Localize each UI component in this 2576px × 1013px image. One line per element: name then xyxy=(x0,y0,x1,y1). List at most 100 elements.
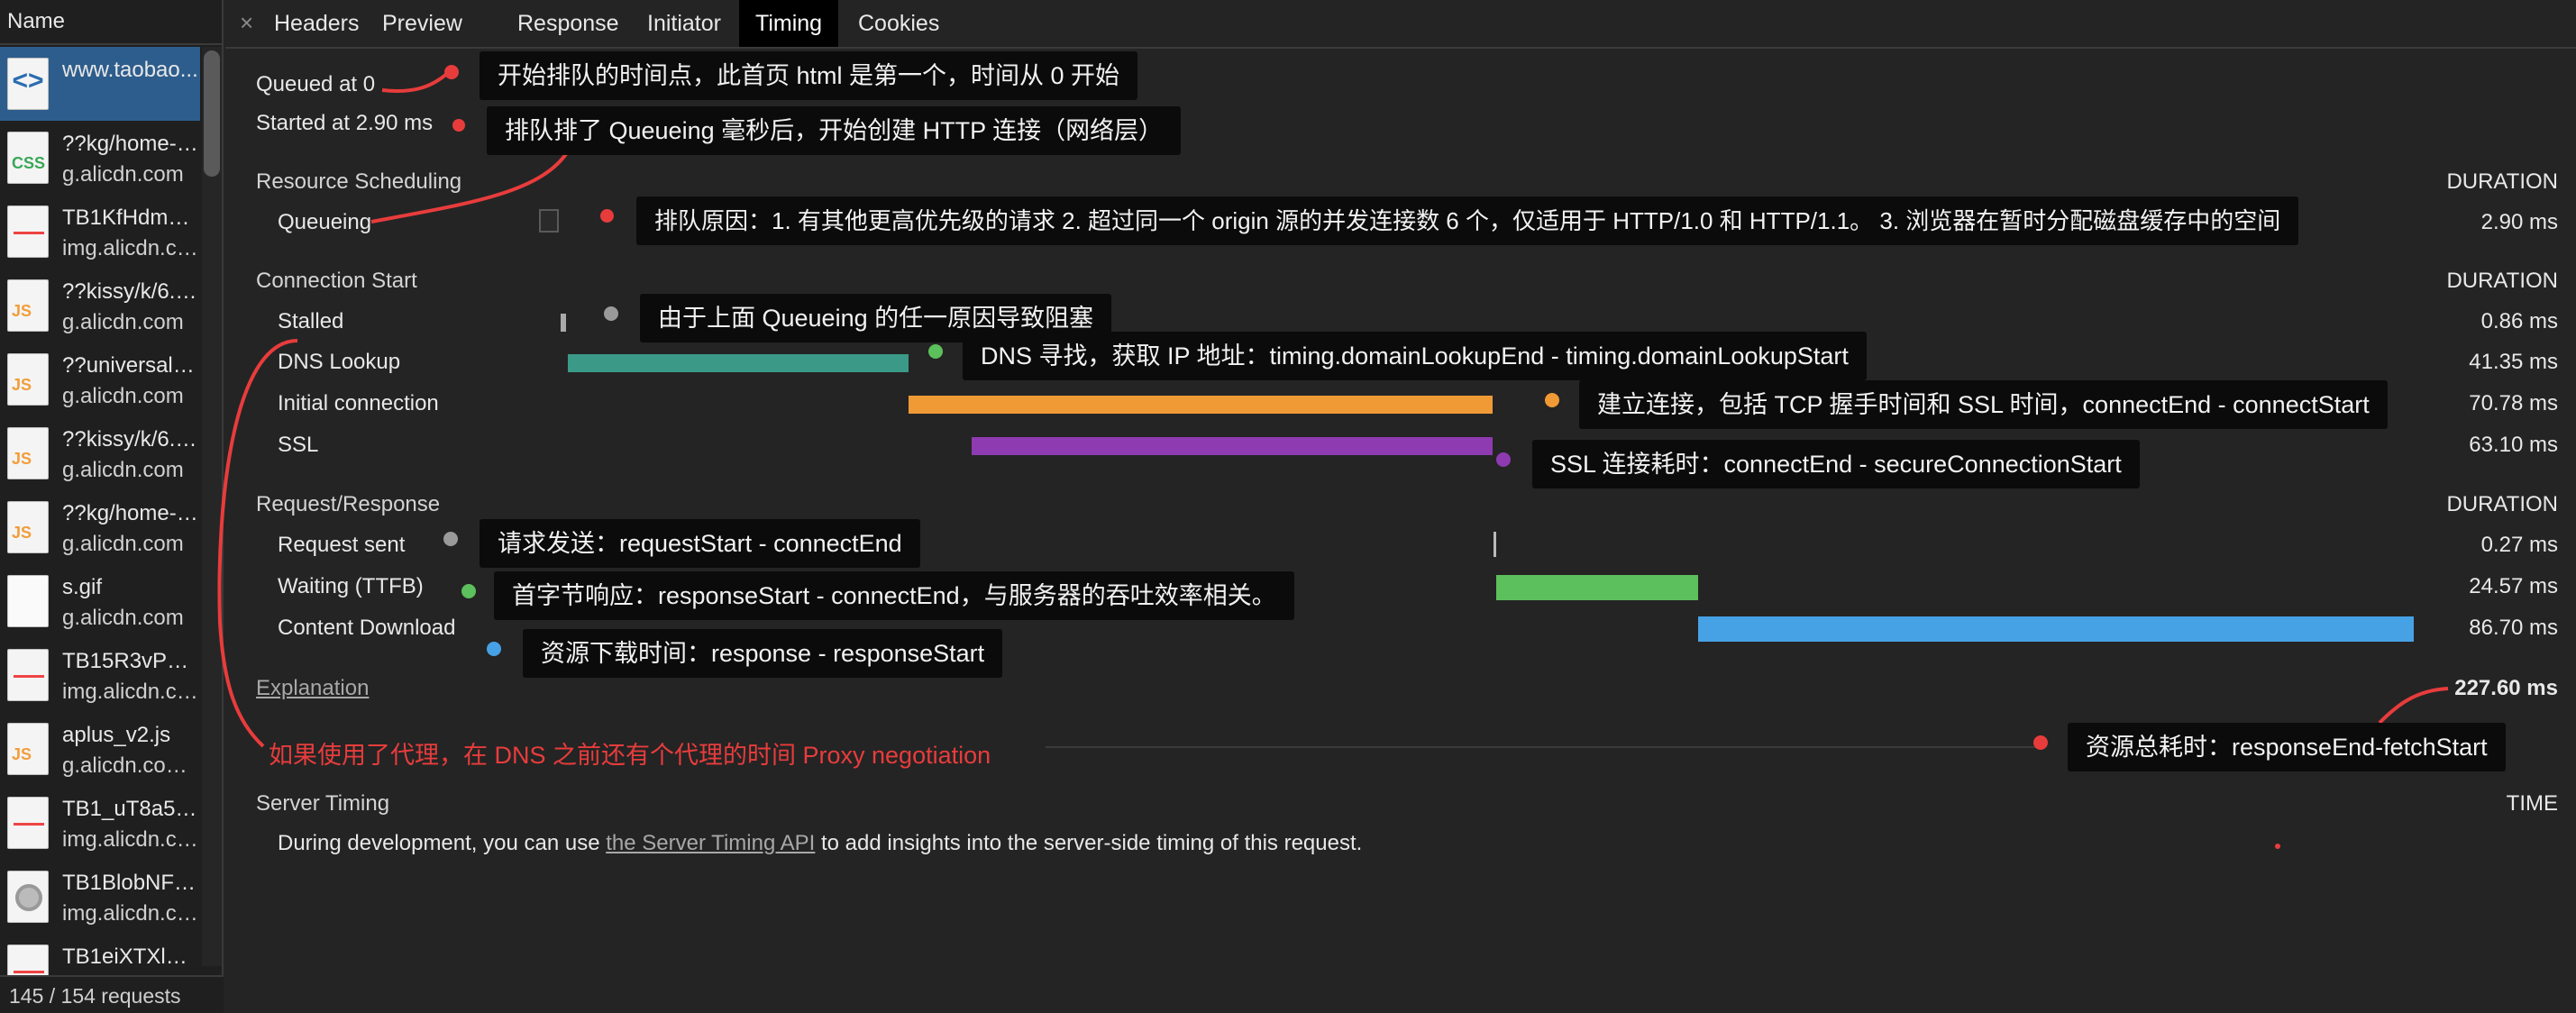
waiting-ttfb-bar xyxy=(1496,575,1698,600)
server-timing-api-link[interactable]: the Server Timing API xyxy=(606,831,815,855)
request-host: img.alicdn.co... xyxy=(62,901,199,926)
request-host: img.alicdn.co... xyxy=(62,236,199,260)
request-name: www.taobao... xyxy=(62,58,198,82)
request-list: Name <> www.taobao... CSS ??kg/home-2... g.a… xyxy=(0,0,224,1013)
initial-connection-duration: 70.78 ms xyxy=(2469,391,2558,415)
queued-dot xyxy=(444,65,459,79)
request-name: ??universal/p... xyxy=(62,353,199,378)
request-list-scrollbar-track[interactable] xyxy=(202,47,222,966)
request-row[interactable]: TB1BlobNFX... img.alicdn.co... xyxy=(0,860,200,934)
request-host: img.alicdn.co... xyxy=(62,827,199,852)
request-name: ??kissy/k/6.2... xyxy=(62,427,199,452)
annotation-initial: 建立连接，包括 TCP 握手时间和 SSL 时间，connectEnd - co… xyxy=(1579,380,2388,429)
explanation-link[interactable]: Explanation xyxy=(256,676,369,701)
stalled-bar xyxy=(561,314,566,332)
server-timing-description: During development, you can use the Serv… xyxy=(278,831,1362,856)
tab-preview[interactable]: Preview xyxy=(366,0,479,47)
section-server-timing: Server Timing xyxy=(256,791,390,816)
js-file-icon: JS xyxy=(7,723,49,775)
queueing-dot xyxy=(600,209,614,223)
request-row[interactable]: JS ??kissy/k/6.2... g.alicdn.com xyxy=(0,416,200,490)
ssl-duration: 63.10 ms xyxy=(2469,433,2558,457)
queued-at-label: Queued at 0 xyxy=(256,72,376,96)
annotation-queueing: 排队原因：1. 有其他更高优先级的请求 2. 超过同一个 origin 源的并发… xyxy=(636,196,2299,245)
annotation-started: 排队排了 Queueing 毫秒后，开始创建 HTTP 连接（网络层） xyxy=(487,106,1182,155)
gif-file-icon xyxy=(7,575,49,627)
annotation-total: 资源总耗时：responseEnd-fetchStart xyxy=(2068,723,2506,771)
section-request-response: Request/Response xyxy=(256,492,441,516)
request-row[interactable]: JS aplus_v2.js g.alicdn.com... xyxy=(0,712,200,786)
request-name: ??kg/home-2... xyxy=(62,132,199,156)
annotation-sent: 请求发送：requestStart - connectEnd xyxy=(480,519,920,568)
started-at-label: Started at 2.90 ms xyxy=(256,111,434,135)
annotation-queued: 开始排队的时间点，此首页 html 是第一个，时间从 0 开始 xyxy=(480,51,1138,100)
request-name: TB15R3vP7Y... xyxy=(62,649,199,673)
tab-timing[interactable]: Timing xyxy=(739,0,839,47)
devtools-network-panel: Name <> www.taobao... CSS ??kg/home-2... g.a… xyxy=(0,0,2576,1013)
js-file-icon: JS xyxy=(7,353,49,406)
sent-dot xyxy=(443,532,458,546)
request-row[interactable]: s.gif g.alicdn.com xyxy=(0,564,200,638)
request-host: g.alicdn.com xyxy=(62,384,184,408)
section-resource-scheduling: Resource Scheduling xyxy=(256,169,462,194)
started-dot xyxy=(452,119,465,132)
js-file-icon: JS xyxy=(7,501,49,553)
request-name: ??kissy/k/6.2... xyxy=(62,279,199,304)
dns-dot xyxy=(928,344,943,359)
close-icon[interactable]: × xyxy=(240,9,253,37)
waiting-ttfb-duration: 24.57 ms xyxy=(2469,574,2558,598)
stray-red-dot xyxy=(2275,844,2280,849)
request-row[interactable]: TB15R3vP7Y... img.alicdn.co... xyxy=(0,638,200,712)
request-name: TB1BlobNFX... xyxy=(62,871,199,895)
ssl-dot xyxy=(1496,452,1511,467)
name-column-header[interactable]: Name xyxy=(0,0,222,45)
queueing-bar xyxy=(539,209,559,233)
duration-header: DURATION xyxy=(2446,269,2558,293)
request-host: g.alicdn.com... xyxy=(62,753,199,778)
request-row[interactable]: JS ??kissy/k/6.2... g.alicdn.com xyxy=(0,269,200,342)
request-list-scrollbar-thumb[interactable] xyxy=(204,50,220,177)
request-row[interactable]: JS ??universal/p... g.alicdn.com xyxy=(0,342,200,416)
initial-connection-bar xyxy=(909,396,1493,414)
total-duration: 227.60 ms xyxy=(2454,676,2558,700)
content-download-label: Content Download xyxy=(278,616,456,640)
js-file-icon: JS xyxy=(7,279,49,332)
request-host: g.alicdn.com xyxy=(62,532,184,556)
image-file-icon xyxy=(7,205,49,258)
request-sent-bar xyxy=(1494,532,1496,557)
request-name: TB1eiXTXlTH... xyxy=(62,945,199,969)
request-row[interactable]: <> www.taobao... xyxy=(0,47,200,121)
tab-headers[interactable]: Headers xyxy=(258,0,376,47)
annotation-proxy: 如果使用了代理，在 DNS 之前还有个代理的时间 Proxy negotiati… xyxy=(269,742,991,769)
request-row[interactable]: CSS ??kg/home-2... g.alicdn.com xyxy=(0,121,200,195)
total-arrow-stroke xyxy=(2378,687,2449,725)
request-host: img.alicdn.co... xyxy=(62,680,199,704)
server-timing-text-after: to add insights into the server-side tim… xyxy=(815,831,1363,855)
dns-lookup-duration: 41.35 ms xyxy=(2469,350,2558,374)
css-file-icon: CSS xyxy=(7,132,49,184)
request-row[interactable]: TB1_uT8a5E... img.alicdn.co... xyxy=(0,786,200,860)
tab-cookies[interactable]: Cookies xyxy=(842,0,955,47)
ssl-label: SSL xyxy=(278,433,319,457)
annotation-dns: DNS 寻找，获取 IP 地址：timing.domainLookupEnd -… xyxy=(963,332,1867,380)
js-file-icon: JS xyxy=(7,427,49,479)
annotation-download: 资源下载时间：response - responseStart xyxy=(523,629,1003,678)
annotation-waiting: 首字节响应：responseStart - connectEnd，与服务器的吞吐… xyxy=(494,571,1294,620)
dns-lookup-label: DNS Lookup xyxy=(278,350,401,374)
request-row[interactable]: TB1KfHdmR... img.alicdn.co... xyxy=(0,195,200,269)
request-host: g.alicdn.com xyxy=(62,606,184,630)
tab-initiator[interactable]: Initiator xyxy=(631,0,737,47)
tab-response[interactable]: Response xyxy=(501,0,635,47)
request-sent-label: Request sent xyxy=(278,533,406,557)
download-dot xyxy=(487,642,501,656)
request-row[interactable]: JS ??kg/home-2... g.alicdn.com xyxy=(0,490,200,564)
waiting-dot xyxy=(461,584,476,598)
request-host: g.alicdn.com xyxy=(62,458,184,482)
duration-header: DURATION xyxy=(2446,492,2558,516)
queueing-label: Queueing xyxy=(278,210,372,234)
annotation-ssl: SSL 连接耗时：connectEnd - secureConnectionSt… xyxy=(1532,440,2140,488)
content-download-duration: 86.70 ms xyxy=(2469,616,2558,640)
server-timing-text-before: During development, you can use xyxy=(278,831,607,855)
content-download-bar xyxy=(1698,616,2414,642)
waiting-ttfb-label: Waiting (TTFB) xyxy=(278,574,424,598)
